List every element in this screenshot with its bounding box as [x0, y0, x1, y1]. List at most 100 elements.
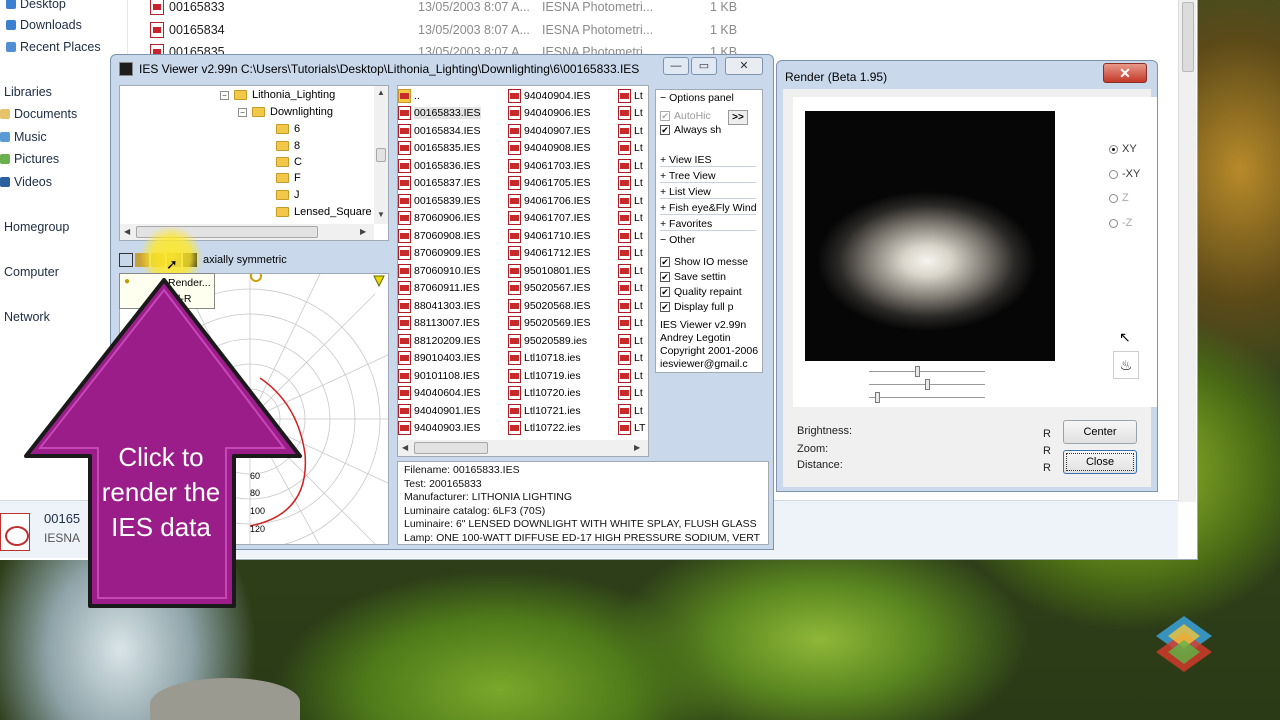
- ies-file-item[interactable]: ..: [398, 87, 506, 105]
- ies-file-list[interactable]: .. 00165833.IES 00165834.IES 00165835.IES 00…: [397, 85, 649, 457]
- ies-file-item[interactable]: Lt: [618, 402, 648, 420]
- render-close-button[interactable]: ✕: [1103, 63, 1147, 83]
- scrollbar-thumb[interactable]: [1182, 2, 1194, 72]
- ies-file-item[interactable]: 94061705.IES: [508, 175, 616, 193]
- nav-homegroup[interactable]: Homegroup: [4, 220, 69, 234]
- ies-file-item[interactable]: 87060911.IES: [398, 280, 506, 298]
- ies-file-item[interactable]: 88041303.IES: [398, 297, 506, 315]
- tree-item[interactable]: − Downlighting: [238, 106, 333, 118]
- ies-file-item[interactable]: 94040604.IES: [398, 385, 506, 403]
- maximize-button[interactable]: ▭: [691, 57, 717, 75]
- ies-file-item[interactable]: Lt: [618, 385, 648, 403]
- ies-file-item[interactable]: 94061707.IES: [508, 210, 616, 228]
- view-neg-xy-radio[interactable]: -XY: [1109, 168, 1140, 180]
- list-hscrollbar[interactable]: ◀ ▶: [398, 440, 648, 456]
- fit-icon[interactable]: [119, 253, 133, 267]
- ies-file-item[interactable]: 87060906.IES: [398, 210, 506, 228]
- scrollbar-thumb[interactable]: [414, 442, 488, 454]
- file-row[interactable]: 00165834 13/05/2003 8:07 A... IESNA Phot…: [150, 20, 737, 40]
- ies-file-item[interactable]: 87060908.IES: [398, 227, 506, 245]
- ies-file-item[interactable]: Lt: [618, 192, 648, 210]
- folder-tree[interactable]: − Lithonia_Lighting − Downlighting 6 8 C F…: [119, 85, 389, 241]
- always-show-checkbox[interactable]: ✔ Always sh: [660, 124, 721, 136]
- tree-item[interactable]: C: [276, 156, 302, 168]
- explorer-scrollbar[interactable]: [1178, 0, 1196, 502]
- ies-file-item[interactable]: 94040903.IES: [398, 420, 506, 438]
- ies-file-item[interactable]: 95020589.ies: [508, 332, 616, 350]
- ies-file-item[interactable]: Lt: [618, 297, 648, 315]
- scroll-up-icon[interactable]: ▲: [377, 88, 385, 97]
- collapse-toggle[interactable]: −: [238, 107, 247, 117]
- pointer-tool-icon[interactable]: ↖: [1119, 329, 1131, 346]
- ies-file-item[interactable]: 00165833.IES: [398, 105, 506, 123]
- slider-knob[interactable]: [925, 379, 930, 390]
- ies-file-item[interactable]: 95020567.IES: [508, 280, 616, 298]
- ies-file-item[interactable]: Lt: [618, 350, 648, 368]
- ies-file-item[interactable]: Lt: [618, 87, 648, 105]
- scroll-left-icon[interactable]: ◀: [124, 227, 130, 236]
- quality-repaint-checkbox[interactable]: ✔ Quality repaint: [660, 286, 742, 298]
- ies-file-item[interactable]: 90101108.IES: [398, 367, 506, 385]
- tree-item[interactable]: F: [276, 172, 301, 184]
- tree-item[interactable]: J: [276, 189, 300, 201]
- ies-file-item[interactable]: 00165834.IES: [398, 122, 506, 140]
- nav-libraries[interactable]: Libraries: [4, 85, 52, 99]
- ies-file-item[interactable]: 94040906.IES: [508, 105, 616, 123]
- scroll-left-icon[interactable]: ◀: [402, 443, 408, 452]
- link-fish-eye[interactable]: + Fish eye&Fly Wind: [660, 202, 757, 215]
- ies-file-item[interactable]: Lt: [618, 105, 648, 123]
- ies-file-item[interactable]: 94040904.IES: [508, 87, 616, 105]
- expand-options-button[interactable]: >>: [728, 110, 748, 125]
- ies-file-item[interactable]: Lt: [618, 175, 648, 193]
- distance-slider[interactable]: [869, 392, 985, 403]
- other-header[interactable]: − Other: [660, 234, 695, 246]
- nav-recent-places[interactable]: Recent Places: [6, 40, 101, 54]
- ies-file-item[interactable]: 00165835.IES: [398, 140, 506, 158]
- zoom-slider[interactable]: [869, 379, 985, 390]
- ies-file-item[interactable]: Ltl10720.ies: [508, 385, 616, 403]
- tree-item[interactable]: − Lithonia_Lighting: [220, 89, 335, 101]
- ies-file-item[interactable]: 94040901.IES: [398, 402, 506, 420]
- ies-file-item[interactable]: 00165839.IES: [398, 192, 506, 210]
- ies-file-item[interactable]: Lt: [618, 227, 648, 245]
- show-io-messages-checkbox[interactable]: ✔ Show IO messe: [660, 256, 748, 268]
- ies-file-item[interactable]: 88120209.IES: [398, 332, 506, 350]
- ies-file-item[interactable]: Lt: [618, 245, 648, 263]
- nav-desktop[interactable]: Desktop: [6, 0, 66, 11]
- ies-file-item[interactable]: Lt: [618, 280, 648, 298]
- ies-file-item[interactable]: Lt: [618, 122, 648, 140]
- nav-music[interactable]: Music: [0, 130, 47, 144]
- scroll-right-icon[interactable]: ▶: [360, 227, 366, 236]
- ies-file-item[interactable]: Lt: [618, 157, 648, 175]
- zoom-reset[interactable]: R: [1043, 445, 1051, 457]
- link-view-ies[interactable]: + View IES: [660, 154, 756, 167]
- ies-file-item[interactable]: 00165836.IES: [398, 157, 506, 175]
- scroll-right-icon[interactable]: ▶: [634, 443, 640, 452]
- distance-reset[interactable]: R: [1043, 462, 1051, 474]
- nav-pictures[interactable]: Pictures: [0, 152, 59, 166]
- ies-file-item[interactable]: Lt: [618, 315, 648, 333]
- autohide-checkbox[interactable]: ✔ AutoHic: [660, 110, 711, 122]
- ies-file-item[interactable]: LT: [618, 420, 648, 438]
- link-tree-view[interactable]: + Tree View: [660, 170, 756, 183]
- ies-file-item[interactable]: 94040907.IES: [508, 122, 616, 140]
- ies-file-item[interactable]: 87060909.IES: [398, 245, 506, 263]
- minimize-button[interactable]: —: [663, 57, 689, 75]
- view-xy-radio[interactable]: XY: [1109, 143, 1137, 155]
- view-neg-z-radio[interactable]: -Z: [1109, 217, 1132, 229]
- brightness-slider[interactable]: [869, 366, 985, 377]
- nav-documents[interactable]: Documents: [0, 107, 77, 121]
- display-full-path-checkbox[interactable]: ✔ Display full p: [660, 301, 734, 313]
- view-z-radio[interactable]: Z: [1109, 192, 1129, 204]
- ies-file-item[interactable]: 94061703.IES: [508, 157, 616, 175]
- ies-file-item[interactable]: 87060910.IES: [398, 262, 506, 280]
- slider-knob[interactable]: [915, 366, 920, 377]
- ies-file-item[interactable]: 94061712.IES: [508, 245, 616, 263]
- lamp-tool-icon[interactable]: ♨: [1113, 351, 1139, 379]
- options-header[interactable]: − Options panel: [660, 92, 734, 104]
- link-list-view[interactable]: + List View: [660, 186, 756, 199]
- slider-knob[interactable]: [875, 392, 880, 403]
- tree-item[interactable]: Lensed_Square: [276, 206, 372, 218]
- ies-file-item[interactable]: 00165837.IES: [398, 175, 506, 193]
- save-settings-checkbox[interactable]: ✔ Save settin: [660, 271, 726, 283]
